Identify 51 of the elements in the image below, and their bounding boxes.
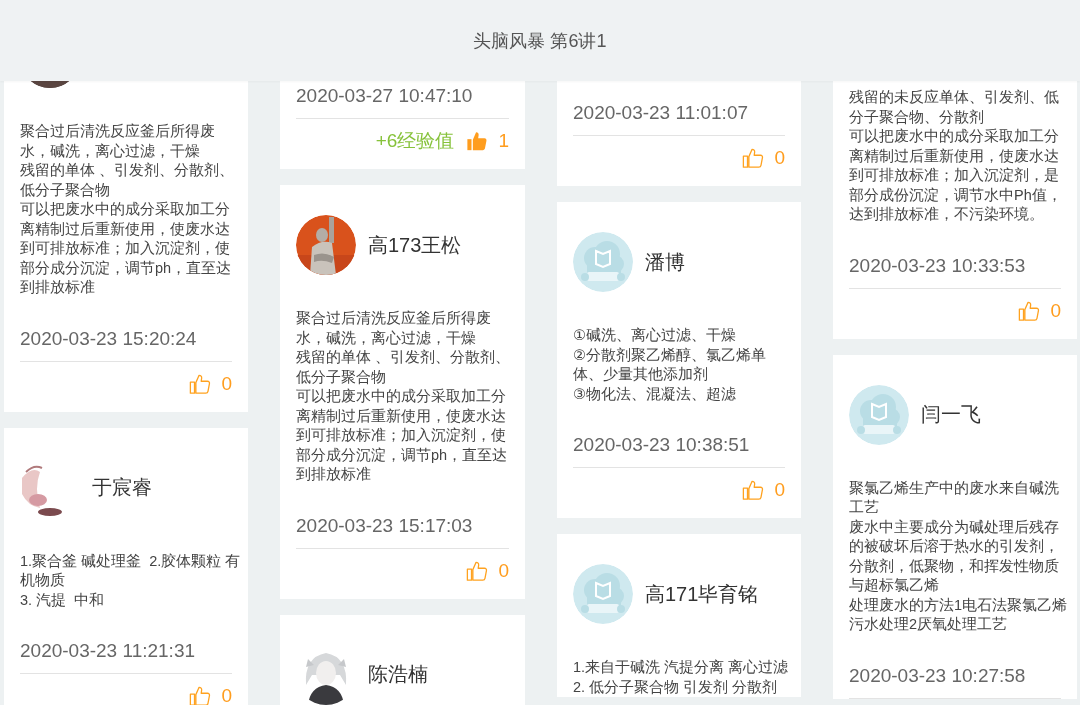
answer-text: 残留的单体 、引发剂、分散剂、低分子聚合物 (296, 348, 512, 387)
post-date: 2020-03-23 11:01:07 (573, 101, 750, 125)
post-date: 2020-03-23 10:38:51 (573, 433, 751, 457)
user-name: 高173王松 (368, 232, 462, 258)
post-date: 2020-03-23 10:27:58 (849, 663, 1027, 688)
post-date: 2020-03-23 15:17:03 (296, 513, 474, 538)
answer-text: 残留的单体 、引发剂、分散剂、低分子聚合物 (20, 161, 236, 200)
answer-text: 可以把废水中的成分采取加工分离精制过后重新使用，使废水达到可排放标准；加入沉淀剂，使部分成分沉淀，调节ph，直至达到排放标准 (296, 387, 509, 484)
answer-text: ③物化法、混凝法、超滤 (573, 384, 737, 404)
like-count: 0 (774, 479, 785, 501)
answer-text: 3. 汽提 中和 (20, 590, 106, 610)
answer-text: 聚氯乙烯生产中的废水来自碱洗工艺 (849, 478, 1060, 517)
answer-text: 2. 低分子聚合物 引发剂 分散剂 (573, 677, 779, 697)
default-avatar-icon (573, 564, 633, 624)
thumbs-up-icon[interactable] (189, 685, 212, 705)
user-name: 高171毕育铭 (645, 581, 759, 607)
answer-text: ②分散剂聚乙烯醇、氯乙烯单体、少量其他添加剂 (573, 345, 767, 384)
post-date: 2020-03-23 15:20:24 (20, 326, 198, 351)
user-name: 潘博 (645, 249, 685, 275)
answer-text: 可以把废水中的成分采取加工分离精制过后重新使用，使废水达到可排放标准；加入沉淀剂，使部分成分沉淀，调节ph，直至达到排放标准 (20, 200, 233, 297)
post-date: 2020-03-27 10:47:10 (296, 84, 474, 108)
answer-text: 残留的未反应单体、引发剂、低分子聚合物、分散剂 (849, 88, 1060, 127)
default-avatar-icon (573, 232, 633, 292)
like-count: 0 (221, 685, 232, 705)
like-count: 1 (498, 130, 509, 152)
thumbs-up-icon[interactable] (742, 479, 765, 501)
thumbs-up-icon[interactable] (742, 147, 765, 169)
experience-points: +6经验值 (375, 129, 455, 153)
answer-text: 处理废水的方法1电石法聚氯乙烯污水处理2厌氧处理工艺 (849, 595, 1069, 634)
answer-text: 1.聚合釜 碱处理釜 2.胶体颗粒 有机物质 (20, 551, 242, 590)
user-name: 陈浩楠 (368, 662, 428, 687)
like-count: 0 (774, 147, 785, 169)
thumbs-up-icon[interactable] (466, 130, 489, 152)
post-date: 2020-03-23 10:33:53 (849, 253, 1027, 278)
like-count: 0 (1050, 299, 1061, 322)
answer-text: 可以把废水中的成分采取加工分离精制过后重新使用，使废水达到可排放标准；加入沉淀剂，是部分成份沉淀，调节水中Ph值，达到排放标准，不污染环境。 (849, 127, 1063, 224)
post-date: 2020-03-23 11:21:31 (20, 639, 197, 663)
answer-text: ①碱洗、离心过滤、干燥 (573, 326, 737, 345)
answer-text: 废水中主要成分为碱处理后残存的被破坏后溶于热水的引发剂，分散剂，低聚物，和挥发性物质与超标氯乙烯 (849, 517, 1060, 595)
thumbs-up-icon[interactable] (189, 372, 212, 395)
like-count: 0 (221, 372, 232, 395)
default-avatar-icon (849, 384, 909, 445)
thumbs-up-icon[interactable] (466, 559, 489, 582)
answer-text: 聚合过后清洗反应釜后所得废水，碱洗，离心过滤，干燥 (20, 122, 216, 161)
answer-text: 1.来自于碱洗 汽提分离 离心过滤 (573, 658, 790, 677)
answer-text: 聚合过后清洗反应釜后所得废水，碱洗，离心过滤，干燥 (296, 309, 492, 348)
user-name: 于宸睿 (92, 475, 152, 500)
user-name: 闫一飞 (921, 402, 981, 427)
page-title: 头脑风暴 第6讲1 (473, 29, 607, 53)
thumbs-up-icon[interactable] (1018, 299, 1041, 322)
like-count: 0 (498, 559, 509, 582)
